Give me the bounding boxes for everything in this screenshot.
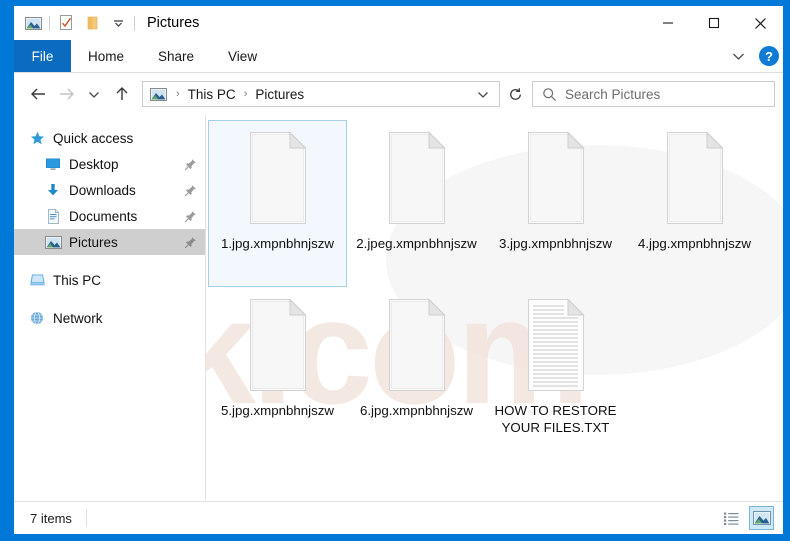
file-list-pane[interactable]: risk.com 1.jpg.xmpnbhnjszw (206, 115, 783, 501)
file-name-label: 5.jpg.xmpnbhnjszw (220, 403, 335, 418)
breadcrumb-pictures[interactable]: Pictures (253, 87, 306, 102)
status-bar: 7 items (14, 501, 783, 534)
sidebar-item-label: Quick access (53, 130, 134, 146)
file-name-label: 4.jpg.xmpnbhnjszw (637, 236, 752, 251)
expand-ribbon-chevron-down-icon[interactable] (727, 45, 749, 67)
documents-icon (44, 208, 62, 224)
sidebar-item-label: Desktop (69, 156, 119, 172)
file-item[interactable]: 2.jpeg.xmpnbhnjszw (347, 120, 486, 287)
address-dropdown-chevron-down-icon[interactable] (471, 90, 495, 99)
file-grid: 1.jpg.xmpnbhnjszw 2.jpeg.xmpnbhnjszw 3.j… (206, 115, 783, 454)
file-name-label: 1.jpg.xmpnbhnjszw (220, 236, 335, 251)
close-icon[interactable] (737, 6, 783, 40)
desktop-icon (44, 156, 62, 172)
window-title: Pictures (147, 15, 200, 31)
toolbar-divider-2 (134, 15, 135, 31)
breadcrumb-separator-2[interactable]: › (238, 88, 254, 100)
blank-file-icon (240, 130, 316, 226)
main-split: Quick access Desktop Downloads Documents… (14, 115, 783, 501)
sidebar-item-network[interactable]: Network (14, 305, 205, 331)
search-icon (533, 87, 565, 102)
sidebar-item-label: Downloads (69, 182, 136, 198)
explorer-window: Pictures File Home Share View ? › This P… (0, 0, 790, 541)
file-name-label: 2.jpeg.xmpnbhnjszw (356, 236, 477, 251)
sidebar-item-quick-access[interactable]: Quick access (14, 125, 205, 151)
ribbon-tab-bar: File Home Share View ? (14, 40, 783, 73)
network-icon (28, 310, 46, 326)
window-body: Pictures File Home Share View ? › This P… (14, 6, 783, 534)
sidebar-item-label: Network (53, 310, 103, 326)
this-pc-icon (28, 272, 46, 288)
tab-view[interactable]: View (211, 40, 274, 72)
tab-share[interactable]: Share (141, 40, 211, 72)
forward-arrow-icon (52, 80, 80, 108)
blank-file-icon (240, 297, 316, 393)
sidebar-item-desktop[interactable]: Desktop (14, 151, 205, 177)
back-arrow-icon[interactable] (24, 80, 52, 108)
blank-file-icon (379, 130, 455, 226)
sidebar-item-pictures[interactable]: Pictures (14, 229, 205, 255)
file-item[interactable]: 6.jpg.xmpnbhnjszw (347, 287, 486, 454)
file-item[interactable]: 4.jpg.xmpnbhnjszw (625, 120, 764, 287)
ribbon-right-controls: ? (727, 40, 779, 72)
sidebar-item-label: Documents (69, 208, 138, 224)
large-icons-view-icon[interactable] (749, 506, 774, 530)
file-name-label: 3.jpg.xmpnbhnjszw (498, 236, 613, 251)
file-item[interactable]: 3.jpg.xmpnbhnjszw (486, 120, 625, 287)
breadcrumb-separator-1[interactable]: › (170, 88, 186, 100)
file-item[interactable]: 5.jpg.xmpnbhnjszw (208, 287, 347, 454)
file-name-label: HOW TO RESTORE YOUR FILES.TXT (494, 403, 617, 435)
new-folder-icon[interactable] (79, 10, 105, 36)
pictures-icon (44, 234, 62, 250)
pin-icon[interactable] (183, 183, 197, 197)
sidebar-item-label: This PC (53, 272, 102, 288)
blank-file-icon (657, 130, 733, 226)
pictures-icon[interactable] (20, 10, 46, 36)
view-toggle-group (719, 506, 774, 530)
tab-file[interactable]: File (14, 40, 71, 72)
status-divider (85, 509, 87, 527)
recent-locations-chevron-down-icon[interactable] (80, 80, 108, 108)
blank-file-icon (518, 130, 594, 226)
item-count-label: 7 items (30, 510, 72, 526)
properties-icon[interactable] (53, 10, 79, 36)
breadcrumb-this-pc[interactable]: This PC (186, 87, 238, 102)
sidebar-item-this-pc[interactable]: This PC (14, 267, 205, 293)
search-box[interactable] (532, 81, 775, 107)
search-input[interactable] (565, 86, 755, 102)
tab-home[interactable]: Home (71, 40, 141, 72)
sidebar-item-downloads[interactable]: Downloads (14, 177, 205, 203)
nav-spacer-2 (14, 293, 205, 305)
pin-icon[interactable] (183, 209, 197, 223)
help-button[interactable]: ? (759, 46, 779, 66)
up-arrow-icon[interactable] (108, 80, 136, 108)
customize-qat-chevron-icon[interactable] (105, 10, 131, 36)
pin-icon[interactable] (183, 235, 197, 249)
minimize-icon[interactable] (645, 6, 691, 40)
toolbar-divider (49, 15, 50, 31)
refresh-icon[interactable] (500, 81, 530, 107)
address-breadcrumb-bar[interactable]: › This PC › Pictures (142, 81, 500, 107)
downloads-icon (44, 182, 62, 198)
window-controls (645, 6, 783, 40)
quick-access-toolbar (14, 6, 138, 40)
blank-file-icon (379, 297, 455, 393)
text-file-icon (518, 297, 594, 393)
star-icon (28, 130, 46, 146)
breadcrumb-location-pictures-icon[interactable] (150, 87, 167, 101)
sidebar-item-label: Pictures (69, 234, 118, 250)
sidebar-item-documents[interactable]: Documents (14, 203, 205, 229)
pane-divider[interactable] (205, 115, 206, 501)
navigation-pane: Quick access Desktop Downloads Documents… (14, 115, 205, 501)
maximize-icon[interactable] (691, 6, 737, 40)
pin-icon[interactable] (183, 157, 197, 171)
nav-spacer-1 (14, 255, 205, 267)
address-bar-row: › This PC › Pictures (14, 73, 783, 115)
details-view-icon[interactable] (719, 506, 744, 530)
file-name-label: 6.jpg.xmpnbhnjszw (359, 403, 474, 418)
file-item[interactable]: 1.jpg.xmpnbhnjszw (208, 120, 347, 287)
title-bar: Pictures (14, 6, 783, 40)
file-item[interactable]: HOW TO RESTORE YOUR FILES.TXT (486, 287, 625, 454)
